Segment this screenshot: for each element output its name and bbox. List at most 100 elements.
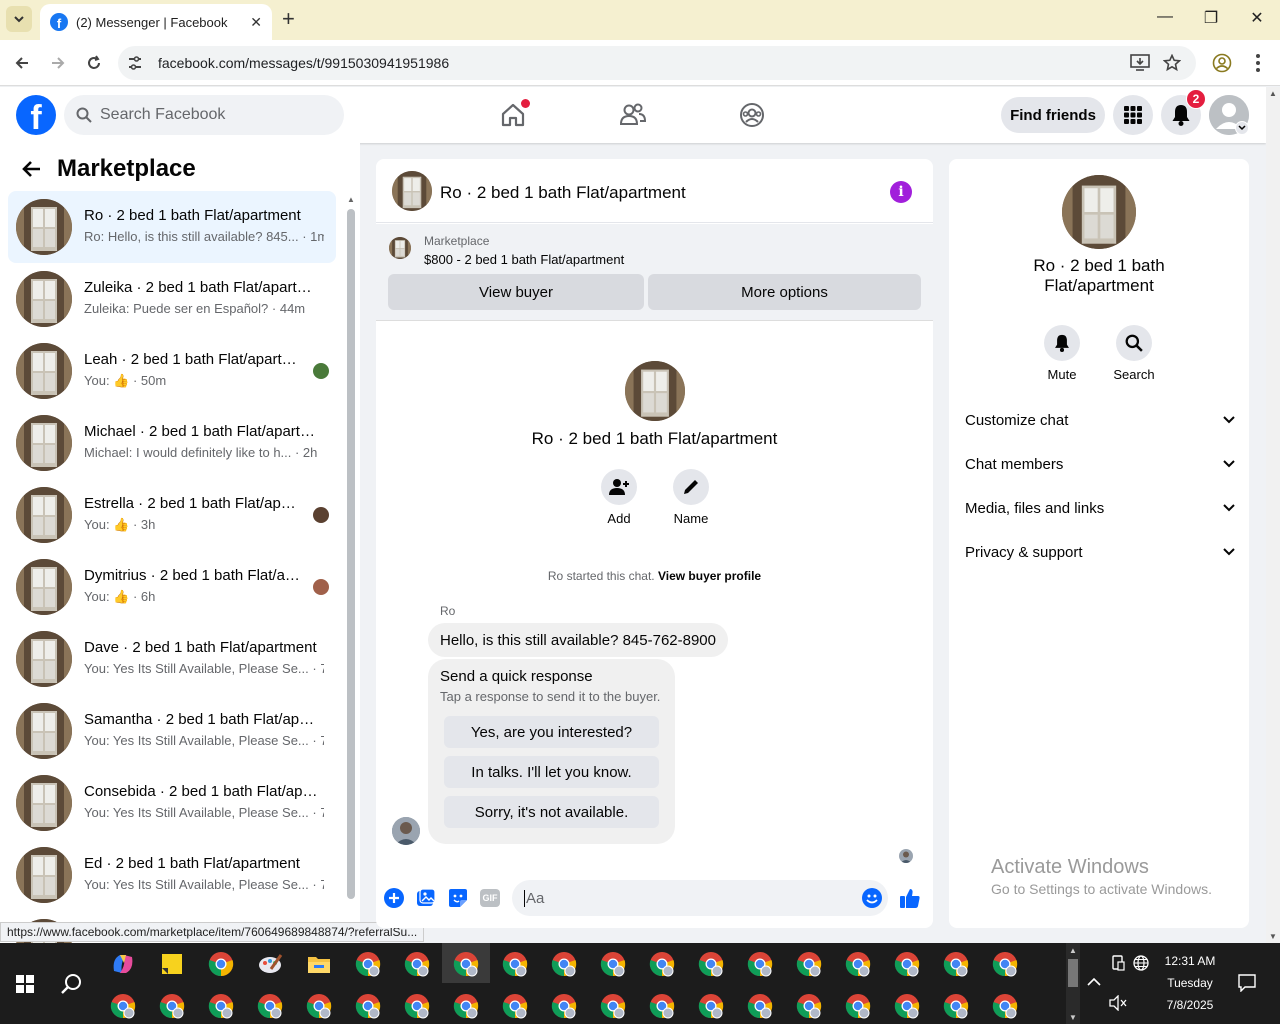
chrome-profile-icon[interactable] [943, 951, 969, 977]
search-conversation-button[interactable]: Search [1104, 325, 1164, 382]
chrome-profile-icon[interactable] [502, 993, 528, 1019]
chrome-profile-icon[interactable] [943, 993, 969, 1019]
chrome-profile-icon[interactable] [404, 951, 430, 977]
gif-button[interactable]: GIF [479, 887, 501, 909]
chrome-profile-icon[interactable] [796, 951, 822, 977]
find-friends-button[interactable]: Find friends [1001, 97, 1105, 133]
close-window-button[interactable]: ✕ [1242, 8, 1272, 28]
conversation-item[interactable]: Zuleika · 2 bed 1 bath Flat/apartment Zu… [8, 263, 336, 335]
conversation-item[interactable]: Dymitrius · 2 bed 1 bath Flat/apartment … [8, 551, 336, 623]
menu-button[interactable] [1113, 95, 1153, 135]
bookmark-star-icon[interactable] [1163, 54, 1181, 72]
chrome-profile-icon[interactable] [894, 993, 920, 1019]
sticky-notes-icon[interactable] [159, 951, 185, 977]
quick-reply-button[interactable]: In talks. I'll let you know. [444, 756, 659, 788]
tray-overflow-chevron-icon[interactable] [1087, 977, 1101, 987]
chrome-profile-icon[interactable] [845, 993, 871, 1019]
chrome-profile-icon[interactable] [992, 993, 1018, 1019]
add-button[interactable]: Add [589, 469, 649, 526]
clock-date[interactable]: 7/8/2025 [1158, 998, 1222, 1012]
conversation-item[interactable]: Dave · 2 bed 1 bath Flat/apartment You: … [8, 623, 336, 695]
browser-menu-icon[interactable] [1250, 52, 1266, 74]
scroll-up-icon[interactable]: ▲ [1266, 89, 1280, 98]
restore-button[interactable]: ❐ [1196, 8, 1226, 28]
conversation-item[interactable]: Samantha · 2 bed 1 bath Flat/apartment Y… [8, 695, 336, 767]
chrome-profile-icon[interactable] [355, 993, 381, 1019]
close-tab-icon[interactable]: ✕ [250, 14, 262, 31]
clock-day[interactable]: Tuesday [1158, 976, 1222, 990]
sidebar-scrollbar[interactable] [347, 209, 355, 899]
info-icon[interactable]: i [890, 181, 912, 203]
chrome-profile-icon[interactable] [453, 993, 479, 1019]
reload-button[interactable] [84, 53, 104, 73]
back-button[interactable] [12, 53, 32, 73]
chrome-profile-icon[interactable] [453, 951, 479, 977]
media-files-section[interactable]: Media, files and links [965, 493, 1235, 523]
chat-title[interactable]: Ro · 2 bed 1 bath Flat/apartment [440, 183, 686, 203]
chevron-down-icon[interactable]: ▼ [1066, 1013, 1080, 1022]
chrome-profile-icon[interactable] [257, 993, 283, 1019]
tab-search-button[interactable] [6, 6, 32, 32]
view-buyer-profile-link[interactable]: View buyer profile [658, 569, 761, 583]
privacy-support-section[interactable]: Privacy & support [965, 537, 1235, 567]
friends-nav-button[interactable] [617, 99, 649, 131]
chrome-profile-icon[interactable] [698, 951, 724, 977]
more-options-button[interactable]: More options [648, 274, 921, 310]
conversation-item[interactable]: Leah · 2 bed 1 bath Flat/apartment You: … [8, 335, 336, 407]
facebook-search-input[interactable]: Search Facebook [64, 95, 344, 135]
like-button[interactable] [899, 887, 921, 909]
taskbar-scroller[interactable]: ▲ ▼ [1066, 943, 1080, 1024]
paint-icon[interactable] [257, 951, 283, 977]
more-actions-button[interactable] [383, 887, 405, 909]
file-explorer-icon[interactable] [306, 951, 332, 977]
taskbar-scroll-thumb[interactable] [1068, 959, 1078, 987]
chrome-icon[interactable] [208, 951, 234, 977]
page-scrollbar[interactable]: ▲ ▼ [1266, 87, 1280, 943]
account-avatar[interactable] [1209, 95, 1249, 135]
view-buyer-button[interactable]: View buyer [388, 274, 644, 310]
conversation-item[interactable]: Ro · 2 bed 1 bath Flat/apartment Ro: Hel… [8, 191, 336, 263]
chrome-profile-icon[interactable] [502, 951, 528, 977]
chrome-profile-icon[interactable] [600, 951, 626, 977]
listing-title[interactable]: $800 - 2 bed 1 bath Flat/apartment [424, 252, 624, 267]
device-icon[interactable] [1110, 955, 1126, 971]
chrome-profile-icon[interactable] [404, 993, 430, 1019]
chrome-profile-icon[interactable] [306, 993, 332, 1019]
back-arrow-icon[interactable] [22, 159, 42, 179]
chrome-profile-icon[interactable] [747, 951, 773, 977]
clock-time[interactable]: 12:31 AM [1158, 954, 1222, 968]
chat-members-section[interactable]: Chat members [965, 449, 1235, 479]
chrome-profile-icon[interactable] [649, 993, 675, 1019]
install-app-icon[interactable] [1130, 54, 1150, 72]
home-nav-button[interactable] [497, 99, 530, 131]
mute-button[interactable]: Mute [1032, 325, 1092, 382]
chrome-profile-icon[interactable] [747, 993, 773, 1019]
quick-reply-button[interactable]: Sorry, it's not available. [444, 796, 659, 828]
conversation-item[interactable]: Ed · 2 bed 1 bath Flat/apartment You: Ye… [8, 839, 336, 911]
profile-icon[interactable] [1212, 53, 1232, 73]
chrome-profile-icon[interactable] [110, 993, 136, 1019]
chrome-profile-icon[interactable] [698, 993, 724, 1019]
notification-center-icon[interactable] [1238, 974, 1256, 992]
emoji-icon[interactable] [862, 888, 882, 908]
search-icon[interactable] [61, 973, 83, 995]
chrome-profile-icon[interactable] [159, 993, 185, 1019]
address-bar[interactable]: facebook.com/messages/t/9915030941951986 [118, 46, 1196, 80]
scroll-down-icon[interactable]: ▼ [1266, 932, 1280, 941]
scroll-up-arrow[interactable]: ▲ [347, 195, 355, 204]
name-button[interactable]: Name [661, 469, 721, 526]
attach-photo-button[interactable] [415, 887, 437, 909]
chrome-profile-icon[interactable] [649, 951, 675, 977]
browser-tab[interactable]: f (2) Messenger | Facebook ✕ [40, 4, 272, 40]
chrome-profile-icon[interactable] [551, 951, 577, 977]
chrome-profile-icon[interactable] [600, 993, 626, 1019]
groups-nav-button[interactable] [736, 99, 768, 131]
message-input[interactable]: Aa [512, 880, 888, 916]
sticker-button[interactable] [447, 887, 469, 909]
network-globe-icon[interactable] [1133, 955, 1149, 971]
quick-reply-button[interactable]: Yes, are you interested? [444, 716, 659, 748]
site-info-icon[interactable] [126, 54, 144, 72]
chat-avatar[interactable] [392, 171, 432, 211]
windows-start-icon[interactable] [16, 975, 34, 993]
conversation-item[interactable]: Consebida · 2 bed 1 bath Flat/apartment … [8, 767, 336, 839]
